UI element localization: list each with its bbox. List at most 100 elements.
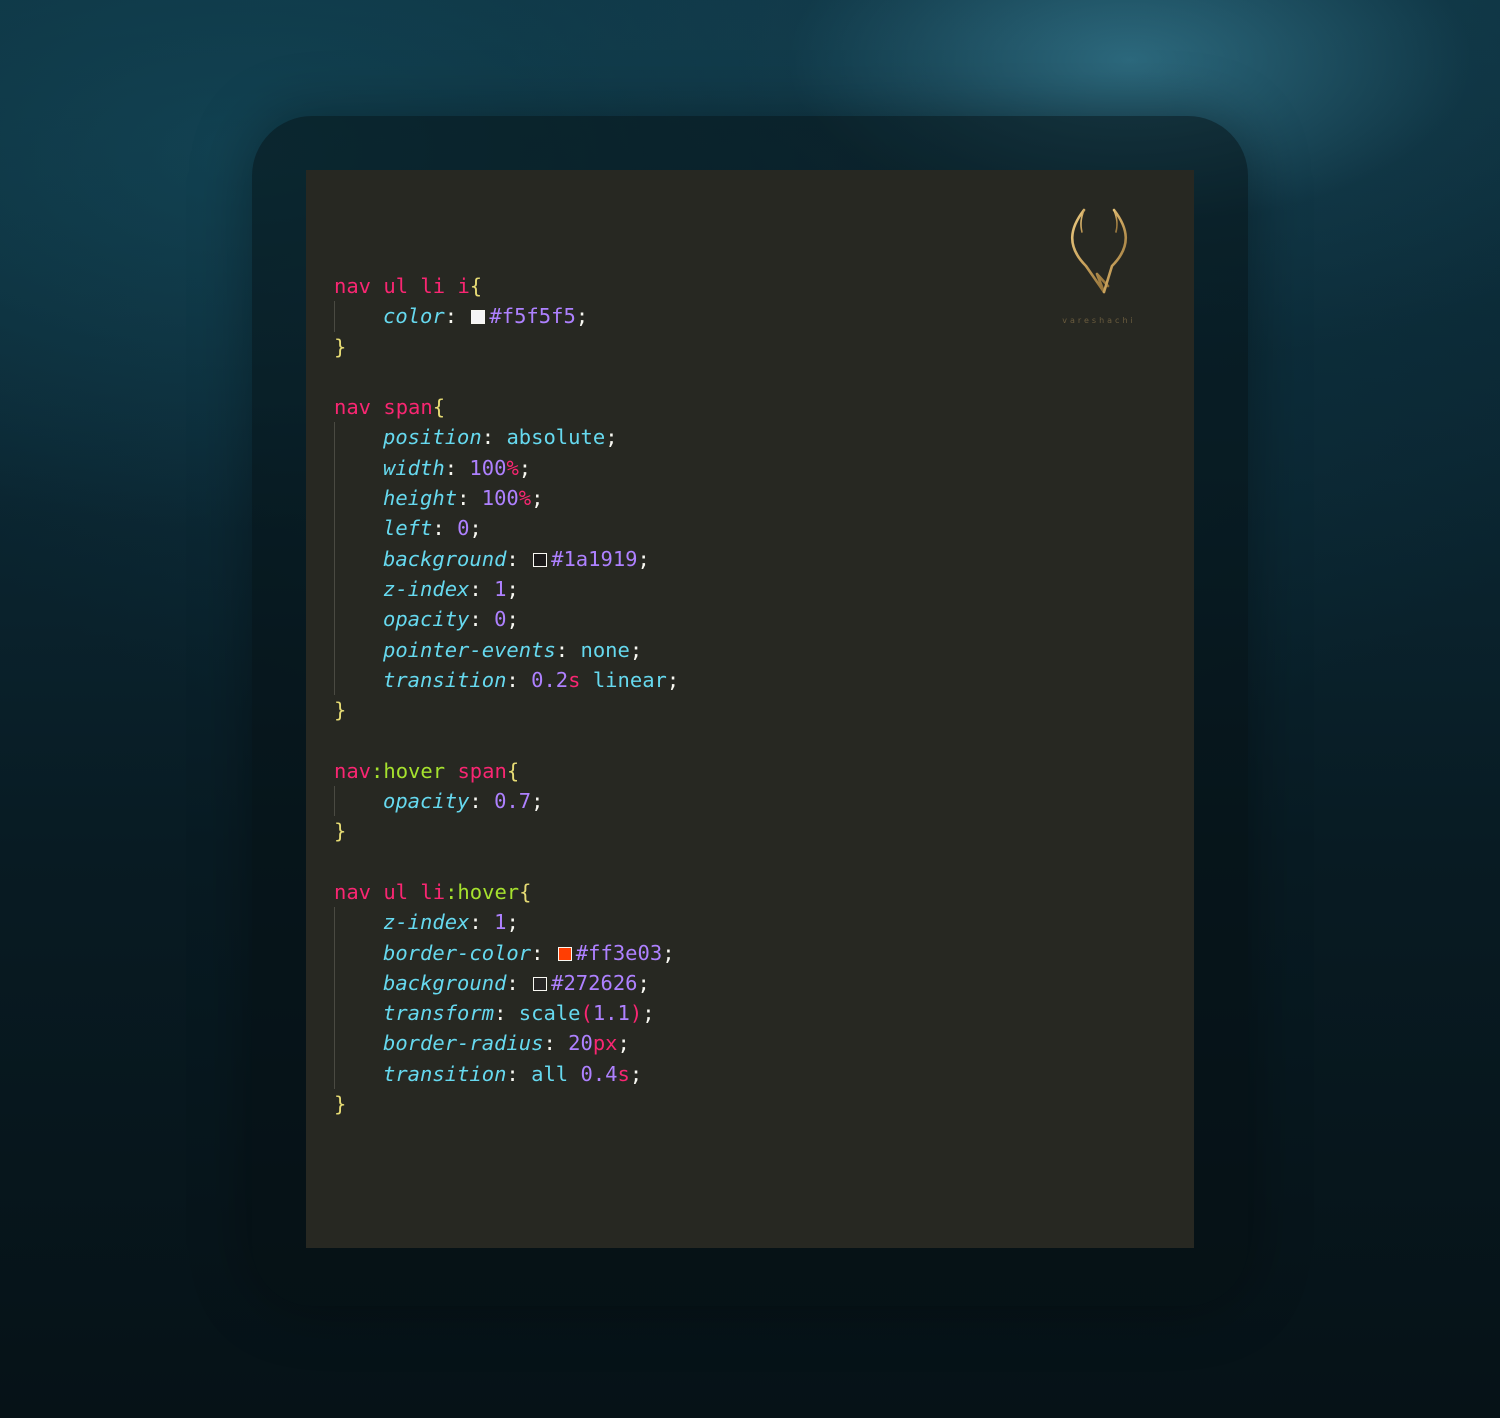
close-brace: } [334, 819, 347, 844]
property-name: width [383, 455, 445, 480]
selector-token [445, 274, 457, 298]
brand-logo: vareshachi [1054, 206, 1144, 330]
value-token: #1a1919 [551, 546, 638, 571]
selector-line: nav ul li i{ [334, 271, 679, 301]
declaration-line: opacity: 0.7; [334, 786, 679, 817]
selector-token: i [457, 274, 470, 298]
selector-line: nav span{ [334, 392, 679, 422]
declaration-line: border-radius: 20px; [334, 1028, 679, 1060]
value-token: 0.2 [531, 667, 569, 692]
semicolon: ; [469, 516, 482, 541]
semicolon: ; [662, 940, 675, 965]
color-swatch[interactable] [533, 976, 548, 991]
property-name: height [383, 486, 458, 511]
property-name: background [383, 546, 507, 571]
selector-token: :hover [371, 758, 446, 783]
property-name: left [383, 516, 433, 541]
selector-line: nav:hover span{ [334, 756, 679, 786]
color-swatch[interactable] [471, 310, 486, 325]
declaration-line: background: #1a1919; [334, 543, 679, 575]
colon: : [531, 940, 556, 965]
open-brace: { [469, 274, 483, 298]
semicolon: ; [666, 667, 680, 692]
value-token: px [592, 1031, 618, 1056]
color-swatch[interactable] [557, 946, 572, 961]
value-token: 1.1 [592, 1001, 630, 1026]
declaration-line: width: 100%; [334, 452, 679, 484]
semicolon: ; [629, 1061, 643, 1086]
semicolon: ; [605, 425, 618, 450]
property-name: border-radius [383, 1031, 544, 1056]
close-brace: } [334, 1092, 347, 1117]
value-token [568, 1062, 580, 1086]
value-token: 0.4 [580, 1061, 618, 1086]
value-token: 1 [494, 576, 507, 601]
colon: : [432, 516, 458, 541]
semicolon: ; [637, 546, 650, 571]
css-code-block: nav ul li i{color: #f5f5f5;} nav span{pos… [334, 271, 679, 1119]
semicolon: ; [506, 576, 519, 601]
colon: : [543, 1031, 569, 1056]
value-token: 100 [469, 455, 507, 480]
declaration-line: position: absolute; [334, 422, 679, 454]
semicolon: ; [617, 1031, 630, 1056]
semicolon: ; [531, 789, 544, 814]
selector-token: nav [334, 395, 372, 420]
property-name: border-color [383, 940, 532, 965]
colon: : [469, 789, 495, 814]
property-name: transition [383, 1061, 507, 1086]
declaration-line: color: #f5f5f5; [334, 301, 679, 332]
value-token: none [580, 637, 630, 662]
value-token: 20 [568, 1031, 593, 1056]
value-token: 100 [481, 486, 519, 511]
declaration-line: left: 0; [334, 513, 679, 544]
color-swatch[interactable] [533, 552, 548, 567]
value-token: #f5f5f5 [489, 304, 576, 329]
property-name: transform [383, 1001, 495, 1026]
logo-wordmark: vareshachi [1062, 316, 1136, 325]
selector-token [408, 880, 420, 904]
selector-token [371, 395, 383, 419]
selector-token [371, 880, 383, 904]
colon: : [444, 304, 470, 329]
colon: : [494, 1001, 519, 1026]
value-token: #ff3e03 [575, 940, 663, 965]
selector-token [408, 274, 420, 298]
declaration-line: transition: 0.2s linear; [334, 664, 680, 696]
value-token: % [518, 486, 532, 511]
colon: : [506, 1061, 532, 1086]
colon: : [555, 637, 581, 662]
selector-token: nav [334, 879, 372, 904]
selector-token: :hover [445, 879, 520, 904]
colon: : [469, 607, 495, 632]
property-name: color [383, 304, 445, 329]
close-brace: } [334, 698, 347, 723]
colon: : [506, 667, 532, 692]
selector-token [371, 274, 383, 298]
value-token: 0 [457, 516, 470, 541]
value-token: #272626 [551, 970, 638, 995]
open-brace: { [432, 395, 446, 420]
colon: : [469, 910, 495, 935]
value-token [580, 668, 592, 692]
semicolon: ; [629, 637, 643, 662]
property-name: opacity [383, 607, 470, 632]
semicolon: ; [642, 1001, 655, 1026]
declaration-line: opacity: 0; [334, 604, 679, 635]
antler-v-logo-icon [1071, 208, 1127, 294]
semicolon: ; [518, 455, 532, 480]
value-token: ( [580, 1001, 593, 1026]
property-name: opacity [383, 789, 470, 814]
declaration-line: background: #272626; [334, 967, 679, 999]
open-brace: { [506, 758, 520, 783]
semicolon: ; [531, 486, 544, 511]
close-brace: } [334, 334, 347, 359]
selector-token: li [420, 879, 446, 904]
value-token: 0 [494, 607, 507, 632]
value-token: 1 [494, 910, 507, 935]
property-name: transition [383, 667, 507, 692]
colon: : [481, 425, 507, 450]
value-token: scale [518, 1001, 581, 1026]
